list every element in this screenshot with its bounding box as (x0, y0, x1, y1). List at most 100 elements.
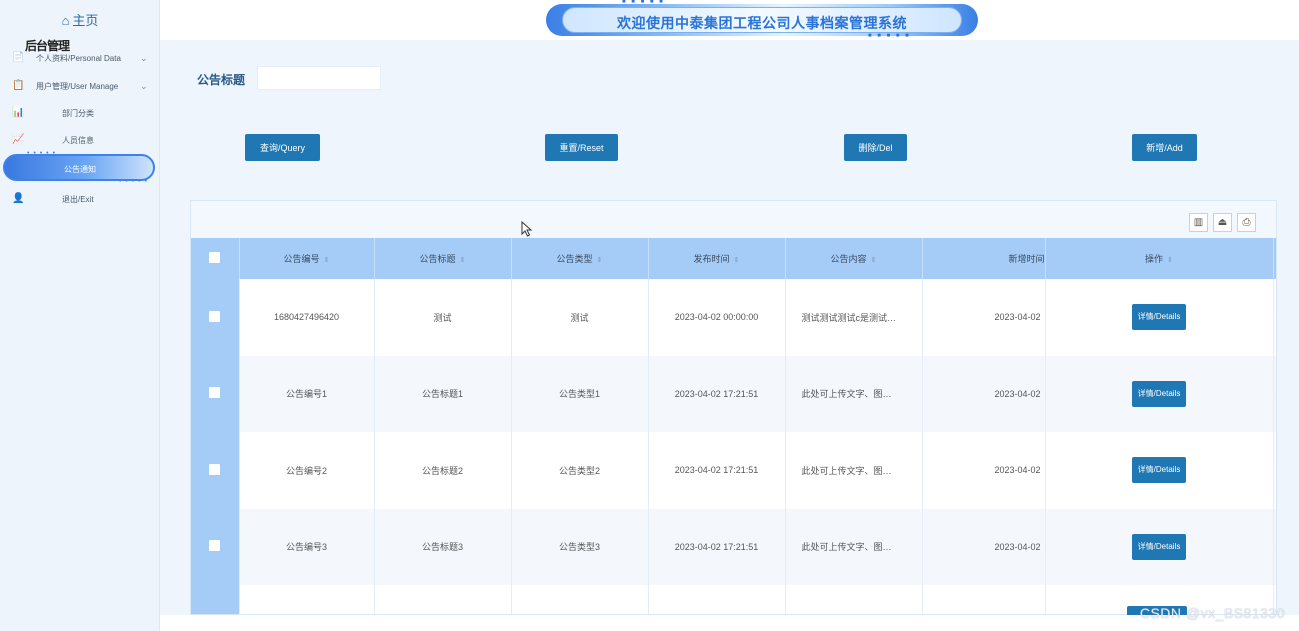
select-all-checkbox[interactable] (209, 252, 221, 263)
add-button[interactable]: 新增/Add (1132, 134, 1197, 161)
sidebar-item-label: 退出/Exit (62, 194, 94, 204)
row-checkbox[interactable] (209, 463, 221, 475)
cell-code (239, 585, 375, 614)
table-panel: ▥ ⏏ ⎙ 公告编号 ⇕ 公告标题 ⇕ 公告类型 ⇕ 发布时间 ⇕ 公告内容 ⇕ 新增时间… (190, 200, 1277, 615)
cell-tail: l (1273, 508, 1276, 585)
delete-button[interactable]: 删除/Del (844, 134, 907, 161)
table-row (191, 585, 1276, 614)
export-icon[interactable]: ⏏ (1213, 213, 1232, 232)
sidebar-item-exit[interactable]: 👤 退出/Exit (0, 186, 160, 212)
cell-type (511, 585, 649, 614)
details-button[interactable]: 详情/Details (1131, 304, 1187, 331)
bar-chart-icon: 📊 (12, 107, 25, 118)
sidebar-item-user-manage[interactable]: 📋 用户管理/User Manage ⌄ (0, 73, 160, 99)
home-label: 主页 (72, 13, 99, 28)
row-select-cell[interactable] (191, 585, 240, 614)
cell-time: 2023-04-02 17:21:51 (648, 432, 786, 509)
cell-code: 公告编号1 (239, 355, 375, 432)
print-icon[interactable]: ⎙ (1237, 213, 1256, 232)
cursor-arrow-icon (521, 221, 533, 237)
query-button[interactable]: 查询/Query (245, 134, 320, 161)
cell-content (785, 585, 923, 614)
cell-added (922, 585, 1046, 614)
line-chart-icon: 📈 (12, 134, 25, 145)
chevron-down-icon: ⌄ (140, 80, 148, 91)
sidebar-item-personal-data[interactable]: 📄 个人资料/Personal Data ⌄ (0, 45, 160, 71)
column-header-op[interactable]: 操作 ⇕ (1044, 238, 1274, 279)
column-header-time[interactable]: 发布时间 ⇕ (648, 238, 786, 279)
cell-title: 公告标题2 (374, 432, 512, 509)
sidebar-home[interactable]: ⌂ 主页 (0, 10, 160, 29)
column-header-code[interactable]: 公告编号 ⇕ (239, 238, 375, 279)
decorative-dots: • • • • • (119, 178, 149, 185)
document-icon: 📄 (12, 52, 25, 63)
cell-title: 公告标题3 (374, 508, 512, 585)
row-select-cell[interactable] (191, 355, 240, 432)
search-label: 公告标题 (197, 73, 246, 87)
sidebar-item-label: 公告通知 (64, 165, 96, 174)
sidebar-item-department[interactable]: 📊 部门分类 (0, 100, 160, 126)
cell-tail: l (1273, 355, 1276, 432)
cell-type: 公告类型1 (511, 355, 649, 432)
sort-icon[interactable]: ⇕ (734, 257, 740, 264)
cell-content: 此处可上传文字、图… (785, 355, 923, 432)
sort-icon[interactable]: ⇕ (1167, 257, 1173, 264)
cell-op: 详情/Details (1044, 355, 1274, 432)
details-button[interactable]: 详情/Details (1131, 533, 1187, 560)
home-icon: ⌂ (61, 13, 70, 28)
select-all-cell[interactable] (191, 238, 240, 279)
column-header-tail (1273, 238, 1276, 279)
details-button[interactable]: 详情/Details (1131, 457, 1187, 484)
cell-time: 2023-04-02 17:21:51 (648, 508, 786, 585)
row-select-cell[interactable] (191, 432, 240, 509)
cell-content: 此处可上传文字、图… (785, 432, 923, 509)
watermark: CSDN @vx_BS81330 (1139, 605, 1285, 621)
cell-content: 此处可上传文字、图… (785, 508, 923, 585)
sort-icon[interactable]: ⇕ (871, 257, 877, 264)
sidebar-item-label: 人员信息 (62, 135, 94, 145)
sidebar: ⌂ 主页 后台管理 📄 个人资料/Personal Data ⌄ 📋 用户管理/U… (0, 0, 160, 631)
user-icon: 👤 (12, 193, 25, 204)
cell-added: 2023-04-02 (922, 432, 1046, 509)
row-select-cell[interactable] (191, 508, 240, 585)
cell-type: 公告类型3 (511, 508, 649, 585)
cell-time: 2023-04-02 17:21:51 (648, 355, 786, 432)
cell-tail: l (1273, 279, 1276, 356)
sort-icon[interactable]: ⇕ (324, 257, 330, 264)
table-row: 公告编号1 公告标题1 公告类型1 2023-04-02 17:21:51 此处… (191, 355, 1276, 432)
cell-op: 详情/Details (1044, 279, 1274, 356)
cell-title (374, 585, 512, 614)
cell-code: 1680427496420 (239, 279, 375, 356)
row-checkbox[interactable] (209, 387, 221, 399)
sort-icon[interactable]: ⇕ (597, 257, 603, 264)
column-header-title[interactable]: 公告标题 ⇕ (374, 238, 512, 279)
column-header-content[interactable]: 公告内容 ⇕ (785, 238, 923, 279)
title-banner: ■ ■ ■ ■ ■ 欢迎使用中泰集团工程公司人事档案管理系统 ■ ■ ■ ■ ■ (546, 0, 978, 39)
column-header-added[interactable]: 新增时间 (922, 238, 1046, 279)
cell-tail: l (1273, 432, 1276, 509)
title-banner-inner: 欢迎使用中泰集团工程公司人事档案管理系统 (562, 7, 962, 33)
column-header-type[interactable]: 公告类型 ⇕ (511, 238, 649, 279)
notice-table: 公告编号 ⇕ 公告标题 ⇕ 公告类型 ⇕ 发布时间 ⇕ 公告内容 ⇕ 新增时间 操作 ⇕ 1… (191, 238, 1276, 614)
sort-icon[interactable]: ⇕ (460, 257, 466, 264)
row-select-cell[interactable] (191, 279, 240, 356)
sidebar-item-notice[interactable]: • • • • • 公告通知 • • • • • (3, 150, 155, 185)
table-row: 公告编号2 公告标题2 公告类型2 2023-04-02 17:21:51 此处… (191, 432, 1276, 509)
row-checkbox[interactable] (209, 310, 221, 322)
sidebar-item-staff-info[interactable]: 📈 人员信息 (0, 127, 160, 153)
sidebar-item-label: 个人资料/Personal Data (36, 53, 121, 63)
cell-type: 公告类型2 (511, 432, 649, 509)
decorative-dots: ■ ■ ■ ■ ■ (868, 33, 911, 39)
reset-button[interactable]: 重置/Reset (545, 134, 618, 161)
cell-time (648, 585, 786, 614)
details-button[interactable]: 详情/Details (1131, 380, 1187, 407)
cell-added: 2023-04-02 (922, 508, 1046, 585)
row-checkbox[interactable] (209, 540, 221, 552)
cell-op: 详情/Details (1044, 508, 1274, 585)
columns-icon[interactable]: ▥ (1189, 213, 1208, 232)
page-title: 欢迎使用中泰集团工程公司人事档案管理系统 (617, 15, 907, 31)
cell-op: 详情/Details (1044, 432, 1274, 509)
clipboard-icon: 📋 (12, 80, 25, 91)
cell-time: 2023-04-02 00:00:00 (648, 279, 786, 356)
search-input[interactable] (257, 66, 381, 90)
